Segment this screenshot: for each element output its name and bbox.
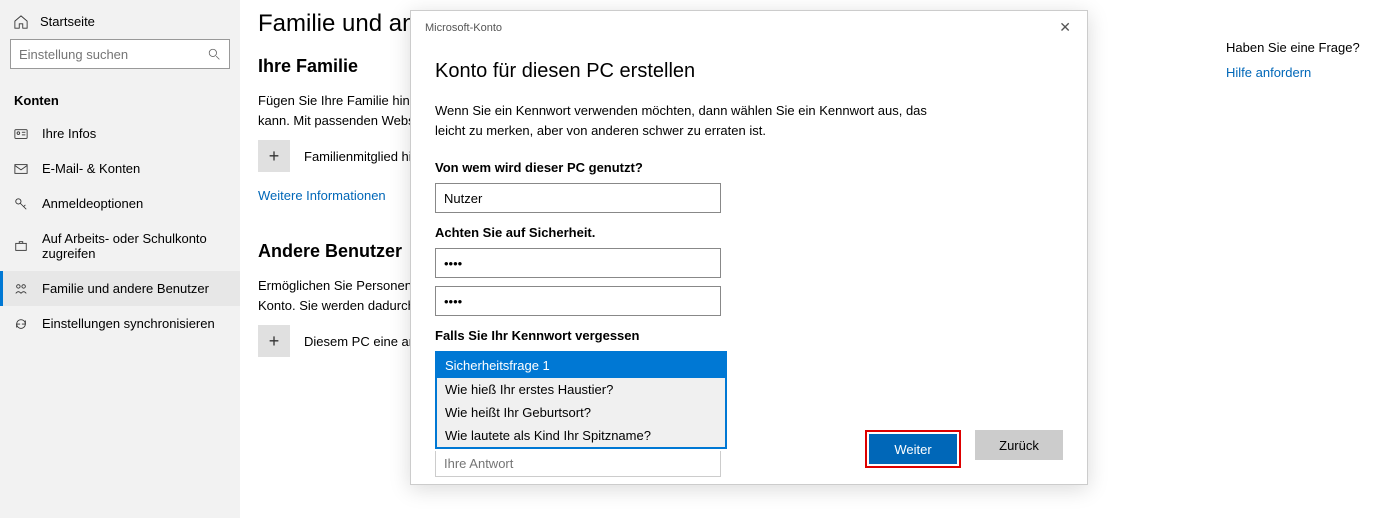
- sidebar-item-your-info[interactable]: Ihre Infos: [0, 116, 240, 151]
- search-icon: [208, 48, 221, 61]
- dialog-description: Wenn Sie ein Kennwort verwenden möchten,…: [435, 101, 935, 140]
- sidebar-item-label: Ihre Infos: [42, 126, 96, 141]
- dropdown-option[interactable]: Wie hieß Ihr erstes Haustier?: [437, 378, 725, 401]
- sidebar-item-label: Auf Arbeits- oder Schulkonto zugreifen: [42, 231, 226, 261]
- sidebar-item-sync[interactable]: Einstellungen synchronisieren: [0, 306, 240, 341]
- security-answer-input[interactable]: [435, 451, 721, 477]
- sync-icon: [14, 317, 28, 331]
- sidebar-item-label: Familie und andere Benutzer: [42, 281, 209, 296]
- help-question: Haben Sie eine Frage?: [1226, 40, 1366, 55]
- username-input[interactable]: [435, 183, 721, 213]
- sidebar-item-signin-options[interactable]: Anmeldeoptionen: [0, 186, 240, 221]
- dialog-title: Konto für diesen PC erstellen: [435, 60, 1063, 83]
- help-link[interactable]: Hilfe anfordern: [1226, 65, 1366, 80]
- mail-icon: [14, 162, 28, 176]
- create-account-dialog: Microsoft-Konto ✕ Konto für diesen PC er…: [410, 10, 1088, 485]
- sidebar-item-label: E-Mail- & Konten: [42, 161, 140, 176]
- sidebar-section-header: Konten: [0, 83, 240, 116]
- home-label: Startseite: [40, 14, 95, 29]
- close-icon[interactable]: ✕: [1053, 17, 1077, 38]
- sidebar: Startseite Konten Ihre Infos E-Mail- & K…: [0, 0, 240, 518]
- people-icon: [14, 282, 28, 296]
- sidebar-item-label: Anmeldeoptionen: [42, 196, 143, 211]
- plus-icon[interactable]: +: [258, 325, 290, 357]
- plus-icon[interactable]: +: [258, 140, 290, 172]
- sidebar-item-label: Einstellungen synchronisieren: [42, 316, 215, 331]
- dropdown-selected[interactable]: Sicherheitsfrage 1: [437, 353, 725, 378]
- security-label: Achten Sie auf Sicherheit.: [435, 225, 1063, 240]
- key-icon: [14, 197, 28, 211]
- sidebar-item-family-users[interactable]: Familie und andere Benutzer: [0, 271, 240, 306]
- search-input-wrap[interactable]: [10, 39, 230, 69]
- search-input[interactable]: [19, 47, 179, 62]
- briefcase-icon: [14, 239, 28, 253]
- highlight-box: Weiter: [865, 430, 961, 468]
- back-button[interactable]: Zurück: [975, 430, 1063, 460]
- more-info-link[interactable]: Weitere Informationen: [258, 188, 386, 203]
- home-link[interactable]: Startseite: [0, 0, 240, 39]
- security-question-dropdown[interactable]: Sicherheitsfrage 1 Wie hieß Ihr erstes H…: [435, 351, 727, 449]
- sidebar-item-email-accounts[interactable]: E-Mail- & Konten: [0, 151, 240, 186]
- dialog-window-title: Microsoft-Konto: [425, 22, 502, 34]
- who-uses-label: Von wem wird dieser PC genutzt?: [435, 160, 1063, 175]
- next-button[interactable]: Weiter: [869, 434, 957, 464]
- sidebar-item-work-school[interactable]: Auf Arbeits- oder Schulkonto zugreifen: [0, 221, 240, 271]
- help-panel: Haben Sie eine Frage? Hilfe anfordern: [1226, 40, 1366, 80]
- dropdown-option[interactable]: Wie heißt Ihr Geburtsort?: [437, 401, 725, 424]
- home-icon: [14, 15, 28, 29]
- dropdown-option[interactable]: Wie lautete als Kind Ihr Spitzname?: [437, 424, 725, 447]
- password-input[interactable]: [435, 248, 721, 278]
- forgot-password-label: Falls Sie Ihr Kennwort vergessen: [435, 328, 1063, 343]
- password-confirm-input[interactable]: [435, 286, 721, 316]
- person-card-icon: [14, 127, 28, 141]
